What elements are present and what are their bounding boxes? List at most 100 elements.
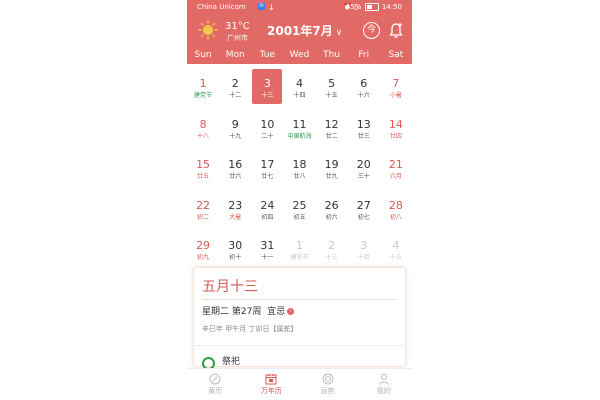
lunar-label: 建党节 [194,92,213,99]
calendar-day-cell[interactable]: 24 初四 [252,191,282,226]
nav-label: 黄历 [208,387,223,395]
day-number: 1 [199,77,207,90]
lunar-label: 六月 [389,173,402,181]
today-button[interactable]: 今 [363,22,380,39]
calendar-day-cell[interactable]: 6 十六 [349,69,379,104]
calendar-day-cell[interactable]: 12 廿二 [317,110,347,145]
lunar-label: 廿六 [229,173,242,181]
lunar-label: 小暑 [389,92,402,99]
calendar-day-cell[interactable]: 3 十三 [252,69,283,104]
add-reminder-bell-icon[interactable] [388,22,404,39]
lunar-label: 十九 [229,132,242,140]
day-number: 19 [324,158,339,172]
calendar-day-cell[interactable]: 18 廿八 [285,150,315,185]
battery-percent: 45% [345,3,362,11]
day-number: 5 [328,77,336,90]
day-number: 3 [360,239,368,253]
day-number: 2 [328,239,336,253]
calendar-day-cell[interactable]: 4 十四 [285,69,315,104]
day-number: 18 [292,158,307,172]
calendar-day-cell[interactable]: 15 廿五 [188,150,218,185]
calendar-day-cell[interactable]: 9 十九 [220,110,250,145]
arrow-right-icon[interactable]: › [287,308,295,315]
person-icon [378,374,389,385]
wish-text: 祭祀 [222,357,241,367]
day-number: 29 [196,239,211,253]
calendar-day-cell[interactable]: 13 廿三 [349,110,379,145]
calendar-day-cell[interactable]: 7 小暑 [381,69,411,104]
day-number: 26 [324,198,339,212]
calendar-day-cell[interactable]: 19 廿九 [317,150,347,185]
day-number: 10 [260,117,275,131]
compass-icon [209,373,221,385]
calendar-day-cell[interactable]: 8 十八 [188,110,218,145]
yi-ji-link[interactable]: 宜忌 [267,307,285,317]
calendar-day-cell[interactable]: 27 初七 [349,191,379,226]
calendar-day-cell[interactable]: 10 二十 [252,110,282,145]
calendar-day-cell[interactable]: 4 十五 [381,231,411,266]
lunar-label: 初九 [197,254,210,262]
lunar-label: 中国航海 [287,132,312,140]
day-number: 30 [228,239,243,253]
lunar-label: 廿五 [197,173,210,181]
calendar-day-cell[interactable]: 22 初二 [188,191,218,226]
sun-icon [198,20,218,40]
lunar-label: 十三 [325,254,338,262]
day-number: 8 [199,117,207,131]
day-number: 15 [196,158,211,172]
calendar-day-cell[interactable]: 5 十五 [317,69,347,104]
day-number: 14 [388,117,403,131]
day-number: 24 [260,198,275,212]
lunar-label: 十六 [357,92,370,99]
calendar-day-cell[interactable]: 2 十二 [220,69,250,104]
lunar-label: 三十 [357,173,370,181]
status-bar: China Unicom ✉ ↓ ⏰ ▯ 45% 14:50 [187,0,412,14]
nav-item-profile[interactable]: 我的 [356,369,412,400]
calendar-day-cell[interactable]: 25 初五 [285,191,315,226]
day-number: 27 [356,198,371,212]
lunar-label: 初五 [293,213,306,221]
calendar-day-cell[interactable]: 28 初八 [381,191,411,226]
status-right: 45% 14:50 [346,0,402,14]
lunar-label: 廿三 [357,132,370,140]
calendar-day-cell[interactable]: 3 十四 [349,231,379,266]
day-number: 17 [260,158,275,172]
day-number: 21 [388,158,403,172]
calendar-day-cell[interactable]: 30 初十 [220,231,250,266]
calendar-day-cell[interactable]: 23 大暑 [220,191,250,226]
nav-label: 运势 [320,387,335,395]
day-number: 23 [228,198,243,212]
lunar-label: 初四 [261,213,274,221]
temperature: 31°C [225,21,250,32]
calendar-day-cell[interactable]: 29 初九 [188,231,218,266]
calendar-day-cell[interactable]: 26 初六 [317,191,347,226]
lunar-label: 初六 [325,213,338,221]
nav-item-fortune[interactable]: 运势 [300,369,356,400]
calendar-day-cell[interactable]: 16 廿六 [220,150,250,185]
weekday-label: Mon [225,50,245,60]
calendar-day-cell[interactable]: 1 建党节 [188,69,218,104]
lunar-label: 廿七 [261,173,274,181]
calendar-day-cell[interactable]: 2 十三 [317,231,347,266]
calendar-day-cell[interactable]: 31 十一 [252,231,282,266]
chevron-down-icon: ∨ [335,28,343,38]
calendar-day-cell[interactable]: 17 廿七 [252,150,282,185]
weekday-label: Sun [194,50,212,60]
weekday-label: Thu [323,50,341,60]
clock: 14:50 [381,3,402,11]
lunar-label: 廿八 [293,173,306,181]
lunar-label: 十一 [261,254,274,262]
calendar-day-cell[interactable]: 14 廿四 [381,110,411,145]
calendar-day-cell[interactable]: 20 三十 [349,150,379,185]
day-number: 4 [296,77,303,90]
calendar-header: China Unicom ✉ ↓ ⏰ ▯ 45% 14:50 31°C 广州市 … [187,0,412,64]
calendar-icon [265,374,277,385]
nav-item-almanac[interactable]: 黄历 [187,369,243,400]
nav-item-calendar[interactable]: 万年历 [243,369,299,400]
calendar-day-cell[interactable]: 21 六月 [381,150,411,185]
month-selector[interactable]: 2001年7月 ∨ [267,24,342,41]
calendar-day-cell[interactable]: 1 建军节 [285,231,315,266]
day-detail-card[interactable]: 五月十三 星期二 第27周 宜忌 › 辛巳年 甲午月 丁卯日【属蛇】 祭祀 [193,267,406,370]
carrier-label: China Unicom [197,3,246,11]
calendar-day-cell[interactable]: 11 中国航海 [285,110,315,145]
